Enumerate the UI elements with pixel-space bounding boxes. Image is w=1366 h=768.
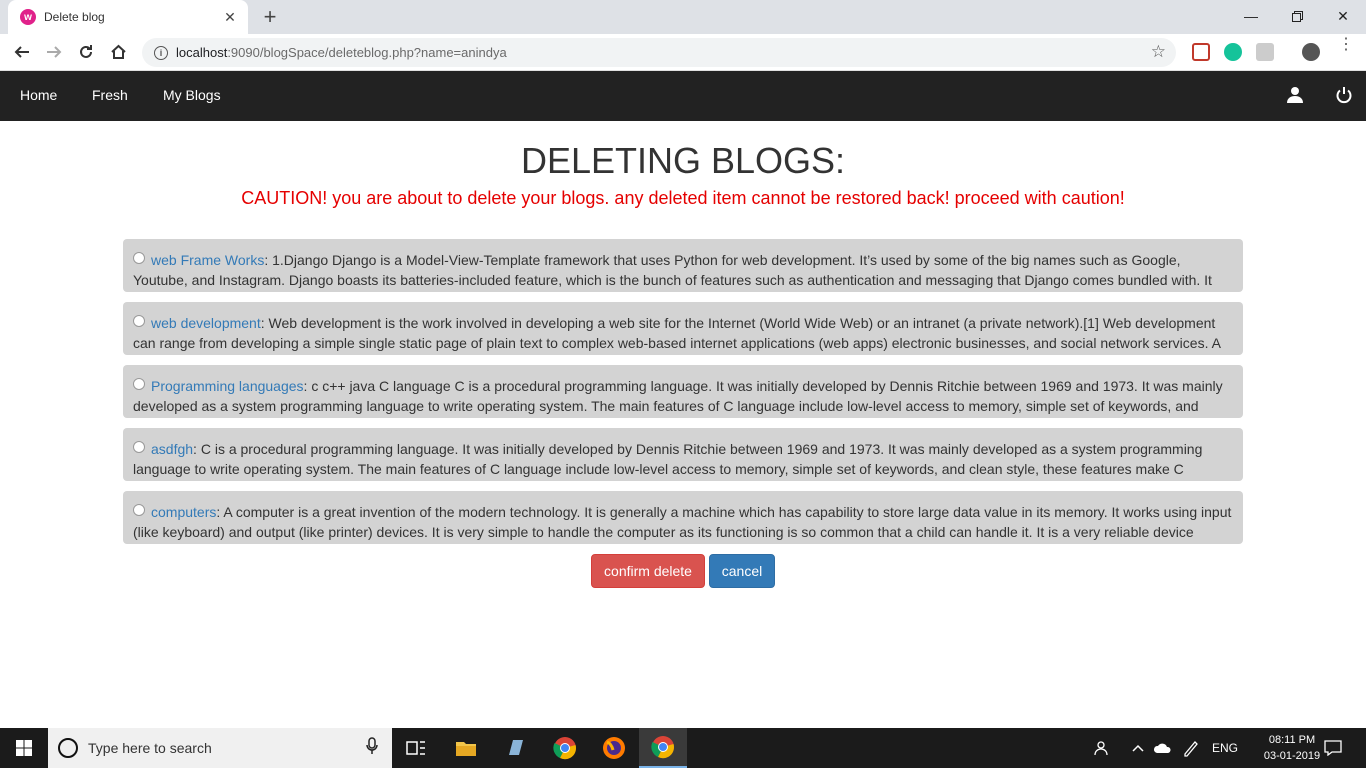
tab-close-icon[interactable]: ✕ <box>222 9 238 25</box>
blog-title-link[interactable]: computers <box>151 504 216 520</box>
tab-title: Delete blog <box>44 10 105 24</box>
wamp-favicon-icon: w <box>20 9 36 25</box>
microphone-icon[interactable] <box>366 736 378 760</box>
profile-icon[interactable] <box>1302 43 1320 61</box>
browser-tabstrip: w Delete blog ✕ + — ✕ <box>0 0 1366 34</box>
back-icon[interactable] <box>10 40 34 64</box>
onedrive-icon[interactable] <box>1153 728 1173 768</box>
language-indicator[interactable]: ENG <box>1212 728 1238 768</box>
confirm-delete-button[interactable]: confirm delete <box>591 554 705 588</box>
caution-message: CAUTION! you are about to delete your bl… <box>241 188 1125 208</box>
site-navbar: Home Fresh My Blogs <box>0 71 1366 121</box>
clock-time: 08:11 PM <box>1268 734 1316 746</box>
page-title: DELETING BLOGS: <box>520 140 846 181</box>
app-icon[interactable] <box>492 728 540 768</box>
blog-title-link[interactable]: asdfgh <box>151 441 193 457</box>
clock-date: 03-01-2019 <box>1263 750 1321 762</box>
firefox-icon[interactable] <box>590 728 638 768</box>
pocket-extension-icon[interactable] <box>1192 43 1210 61</box>
blog-radio[interactable] <box>133 504 145 516</box>
taskbar: Type here to search ENG 08:11 PM 03-01-2… <box>0 728 1366 768</box>
file-explorer-icon[interactable] <box>442 728 490 768</box>
url-path: :9090/blogSpace/deleteblog.php?name=anin… <box>227 45 507 60</box>
bookmark-star-icon[interactable]: ☆ <box>1151 42 1166 62</box>
windows-start-icon[interactable] <box>0 728 48 768</box>
nav-home[interactable]: Home <box>20 71 57 121</box>
pen-icon[interactable] <box>1182 728 1200 768</box>
blog-excerpt: Web development is the work involved in … <box>133 315 1221 351</box>
window-close-icon[interactable]: ✕ <box>1320 0 1366 32</box>
url-text: localhost:9090/blogSpace/deleteblog.php?… <box>176 45 507 60</box>
blog-radio[interactable] <box>133 315 145 327</box>
blog-radio[interactable] <box>133 252 145 264</box>
blog-excerpt: A computer is a great invention of the m… <box>133 504 1232 540</box>
blog-excerpt: 1.Django Django is a Model-View-Template… <box>133 252 1212 288</box>
notifications-icon[interactable] <box>1324 728 1342 768</box>
minimize-icon[interactable]: — <box>1228 0 1274 32</box>
blog-item: asdfgh: C is a procedural programming la… <box>123 428 1243 481</box>
address-bar[interactable]: i localhost:9090/blogSpace/deleteblog.ph… <box>142 38 1176 67</box>
extension-icon[interactable] <box>1256 43 1274 61</box>
blog-excerpt: C is a procedural programming language. … <box>133 441 1203 477</box>
blog-item: Programming languages: c c++ java C lang… <box>123 365 1243 418</box>
blog-radio[interactable] <box>133 441 145 453</box>
cortana-icon <box>58 738 78 758</box>
blog-item: web Frame Works: 1.Django Django is a Mo… <box>123 239 1243 292</box>
url-host: localhost <box>176 45 228 60</box>
clock[interactable]: 08:11 PM 03-01-2019 <box>1262 732 1322 764</box>
blog-item: web development: Web development is the … <box>123 302 1243 355</box>
search-placeholder: Type here to search <box>88 740 212 756</box>
chrome-active-icon[interactable] <box>639 728 687 768</box>
new-tab-icon[interactable]: + <box>258 4 282 29</box>
reload-icon[interactable] <box>74 40 98 64</box>
menu-icon[interactable]: ⋮ <box>1338 37 1354 60</box>
taskbar-search[interactable]: Type here to search <box>48 728 392 768</box>
power-icon[interactable] <box>1335 86 1353 104</box>
chrome-icon[interactable] <box>541 728 589 768</box>
blog-item: computers: A computer is a great inventi… <box>123 491 1243 544</box>
cancel-button[interactable]: cancel <box>709 554 775 588</box>
blog-title-link[interactable]: web Frame Works <box>151 252 264 268</box>
people-icon[interactable] <box>1094 728 1112 768</box>
browser-tab[interactable]: w Delete blog ✕ <box>8 0 248 34</box>
blog-title-link[interactable]: web development <box>151 315 261 331</box>
blog-radio[interactable] <box>133 378 145 390</box>
restore-icon[interactable] <box>1274 0 1320 32</box>
chevron-up-icon[interactable] <box>1132 728 1144 768</box>
nav-my-blogs[interactable]: My Blogs <box>163 71 221 121</box>
blog-title-link[interactable]: Programming languages <box>151 378 304 394</box>
browser-toolbar: i localhost:9090/blogSpace/deleteblog.ph… <box>0 34 1366 71</box>
forward-icon[interactable] <box>42 40 66 64</box>
info-icon[interactable]: i <box>154 45 168 60</box>
task-view-icon[interactable] <box>392 728 440 768</box>
home-icon[interactable] <box>106 40 130 64</box>
nav-fresh[interactable]: Fresh <box>92 71 128 121</box>
grammarly-extension-icon[interactable] <box>1224 43 1242 61</box>
user-icon[interactable] <box>1286 86 1304 104</box>
